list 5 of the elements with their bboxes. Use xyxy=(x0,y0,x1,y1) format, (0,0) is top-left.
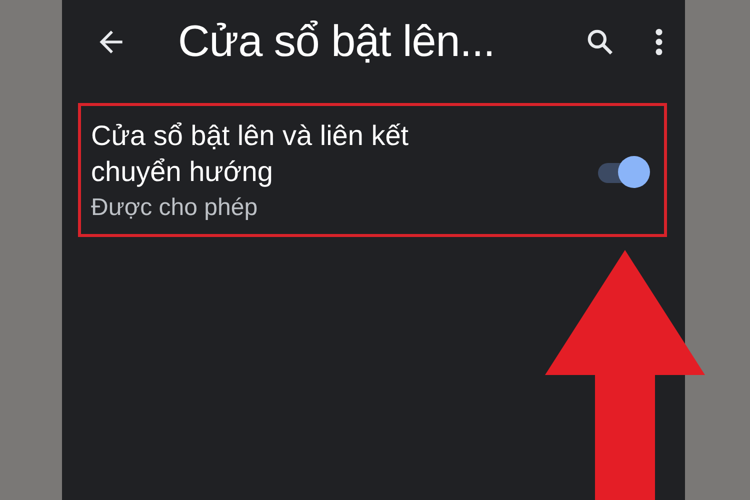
window-title: Cửa sổ bật lên... xyxy=(178,17,496,67)
setting-summary: Được cho phép xyxy=(91,193,259,223)
toggle-switch[interactable] xyxy=(596,155,652,189)
setting-row[interactable]: Cửa sổ bật lên và liên kết chuyển hướng Được cho phép xyxy=(78,103,667,237)
setting-title: Cửa sổ bật lên và liên kết chuyển hướng xyxy=(91,119,410,189)
